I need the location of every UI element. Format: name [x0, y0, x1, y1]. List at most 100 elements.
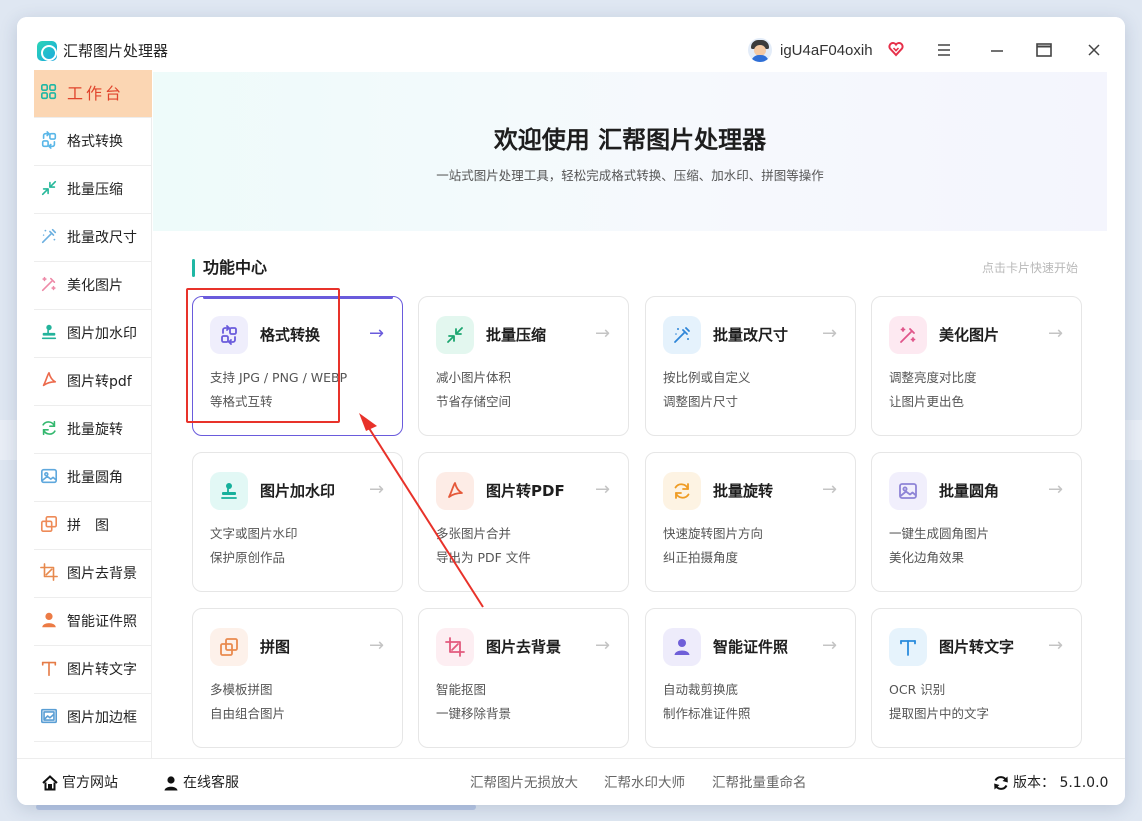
minimize-icon[interactable]	[986, 39, 1008, 61]
sidebar-item[interactable]: 图片转pdf	[34, 358, 152, 406]
title-bar: 汇帮图片处理器 igU4aF04oxih	[17, 17, 1125, 71]
card-title: 批量改尺寸	[713, 326, 789, 344]
magic-icon	[41, 276, 56, 292]
arrow-right-icon[interactable]: →	[822, 635, 837, 657]
card-title: 智能证件照	[713, 638, 789, 656]
card-icon-tile	[889, 472, 927, 510]
text-icon	[41, 661, 57, 677]
sidebar-item[interactable]: 格式转换	[34, 118, 152, 166]
feature-card[interactable]: 拼图 → 多模板拼图 自由组合图片	[192, 608, 403, 748]
card-description: 减小图片体积	[436, 370, 512, 385]
card-title: 批量圆角	[939, 482, 1000, 500]
card-description: 多张图片合并	[436, 526, 512, 541]
card-description: 多模板拼图	[210, 682, 273, 697]
section-hint: 点击卡片快速开始	[982, 261, 1079, 275]
stamp-icon	[221, 483, 237, 499]
official-site-link[interactable]: 官方网站	[62, 773, 118, 793]
sidebar-item[interactable]: 工作台	[34, 70, 152, 118]
crop-icon	[445, 637, 465, 657]
grid-icon	[40, 83, 57, 100]
sidebar-item-label: 批量旋转	[67, 422, 123, 438]
card-title: 拼图	[260, 638, 291, 656]
card-description: 保护原创作品	[210, 550, 286, 565]
support-icon[interactable]	[162, 774, 180, 792]
section-title: 功能中心	[203, 258, 268, 277]
image-icon	[899, 483, 917, 499]
sidebar-item[interactable]: 美化图片	[34, 262, 152, 310]
version-label: 版本： 5.1.0.0	[1013, 775, 1109, 791]
sidebar-item[interactable]: 图片加边框	[34, 694, 152, 742]
feature-card[interactable]: 美化图片 → 调整亮度对比度 让图片更出色	[871, 296, 1082, 436]
footer-link-upscale[interactable]: 汇帮图片无损放大	[470, 773, 578, 793]
sidebar-item[interactable]: 图片转文字	[34, 646, 152, 694]
arrow-right-icon[interactable]: →	[1048, 635, 1063, 657]
card-icon-tile	[210, 472, 248, 510]
arrow-right-icon[interactable]: →	[369, 635, 384, 657]
arrow-right-icon[interactable]: →	[369, 323, 384, 345]
sidebar-item[interactable]: 批量改尺寸	[34, 214, 152, 262]
sidebar-item[interactable]: 批量压缩	[34, 166, 152, 214]
close-icon[interactable]	[1083, 39, 1105, 61]
sidebar-item-label: 批量圆角	[67, 470, 123, 486]
feature-card[interactable]: 批量圆角 → 一键生成圆角图片 美化边角效果	[871, 452, 1082, 592]
arrow-right-icon[interactable]: →	[595, 479, 610, 501]
sidebar-item[interactable]: 拼 图	[34, 502, 152, 550]
sidebar-item[interactable]: 图片去背景	[34, 550, 152, 598]
refresh-icon[interactable]	[992, 774, 1010, 792]
rotate-icon	[674, 483, 690, 499]
collage-icon	[40, 515, 58, 533]
arrow-right-icon[interactable]: →	[1048, 479, 1063, 501]
username[interactable]: igU4aF04oxih	[780, 41, 873, 61]
stamp-icon	[41, 324, 57, 340]
rotate-icon	[42, 420, 56, 436]
vip-heart-icon[interactable]	[888, 41, 904, 57]
sidebar-item-label: 图片加水印	[67, 326, 137, 342]
sidebar-item-label: 智能证件照	[67, 614, 137, 630]
card-title: 图片转文字	[939, 638, 1015, 656]
sidebar-item[interactable]: 批量旋转	[34, 406, 152, 454]
feature-card[interactable]: 图片转PDF → 多张图片合并 导出为 PDF 文件	[418, 452, 629, 592]
footer-link-watermark[interactable]: 汇帮水印大师	[604, 773, 685, 793]
arrow-right-icon[interactable]: →	[595, 323, 610, 345]
sidebar-item[interactable]: 图片加水印	[34, 310, 152, 358]
feature-card[interactable]: 批量旋转 → 快速旋转图片方向 纠正拍摄角度	[645, 452, 856, 592]
feature-card[interactable]: 批量改尺寸 → 按比例或自定义 调整图片尺寸	[645, 296, 856, 436]
maximize-icon[interactable]	[1033, 39, 1055, 61]
footer-link-rename[interactable]: 汇帮批量重命名	[712, 773, 807, 793]
user-avatar[interactable]	[748, 38, 772, 62]
sidebar: 工作台 格式转换 批量压缩 批量改尺寸 美化图片图片加水印图片转pdf 批量旋转批量圆角拼…	[34, 70, 152, 758]
card-icon-tile	[436, 628, 474, 666]
card-icon-tile	[663, 628, 701, 666]
arrow-right-icon[interactable]: →	[595, 635, 610, 657]
welcome-subtitle: 一站式图片处理工具，轻松完成格式转换、压缩、加水印、拼图等操作	[436, 168, 824, 183]
card-description: OCR 识别	[889, 682, 946, 697]
pdf-icon	[448, 482, 463, 498]
arrow-right-icon[interactable]: →	[822, 323, 837, 345]
sidebar-item[interactable]: 智能证件照	[34, 598, 152, 646]
footer-bar: 官方网站 在线客服 汇帮图片无损放大 汇帮水印大师 汇帮批量重命名 版本： 5.…	[17, 758, 1125, 805]
sidebar-item[interactable]: 批量圆角	[34, 454, 152, 502]
card-description: 提取图片中的文字	[889, 706, 990, 721]
feature-card[interactable]: 图片转文字 → OCR 识别提取图片中的文字	[871, 608, 1082, 748]
sidebar-item-label: 图片加边框	[67, 710, 137, 726]
resize-icon	[41, 228, 57, 244]
collage-icon	[220, 638, 238, 656]
card-icon-tile	[663, 472, 701, 510]
card-icon-tile	[889, 316, 927, 354]
arrow-right-icon[interactable]: →	[1048, 323, 1063, 345]
feature-card[interactable]: 智能证件照 → 自动裁剪换底 制作标准证件照	[645, 608, 856, 748]
home-icon[interactable]	[41, 774, 59, 792]
card-icon-tile	[436, 472, 474, 510]
feature-card[interactable]: 图片加水印 → 文字或图片水印 保护原创作品	[192, 452, 403, 592]
person-icon	[42, 612, 56, 628]
feature-card[interactable]: 图片去背景 → 智能抠图 一键移除背景	[418, 608, 629, 748]
menu-icon[interactable]	[933, 39, 955, 61]
support-link[interactable]: 在线客服	[183, 773, 239, 793]
arrow-right-icon[interactable]: →	[822, 479, 837, 501]
arrow-right-icon[interactable]: →	[369, 479, 384, 501]
card-title: 图片加水印	[260, 482, 336, 500]
feature-card[interactable]: 批量压缩 → 减小图片体积 节省存储空间	[418, 296, 629, 436]
welcome-title: 欢迎使用 汇帮图片处理器	[493, 126, 767, 154]
app-window: 汇帮图片处理器 igU4aF04oxih 工作台 格式转换 批量压缩 批量改尺寸 美化图…	[17, 17, 1125, 805]
card-description: 美化边角效果	[889, 550, 965, 565]
